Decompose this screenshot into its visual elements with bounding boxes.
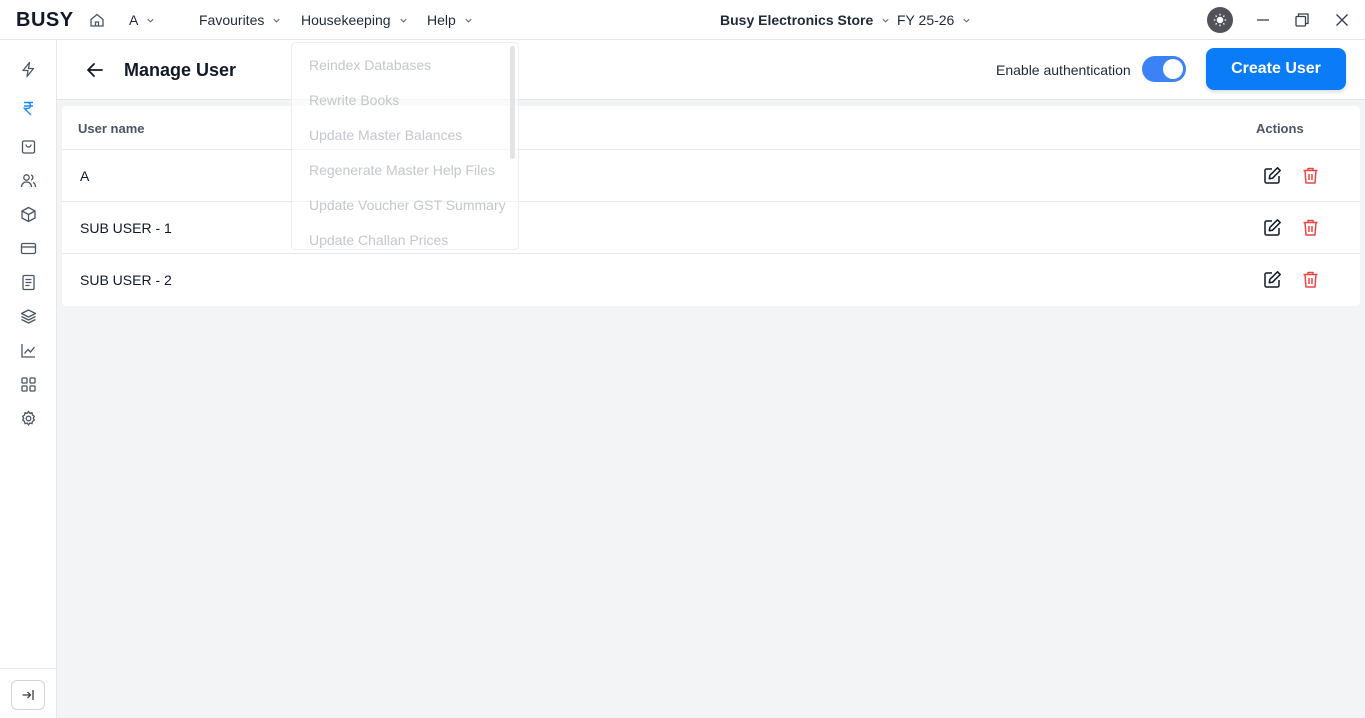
- sidebar-footer: [0, 668, 57, 718]
- menu-help-label: Help: [427, 12, 456, 28]
- grid-icon[interactable]: [20, 376, 37, 393]
- store-selector[interactable]: Busy Electronics Store: [720, 12, 890, 28]
- users-table: User name Actions A SUB USER - 1 SUB USE…: [62, 106, 1360, 306]
- page-header: Manage User Enable authentication Create…: [57, 40, 1365, 100]
- home-icon[interactable]: [89, 12, 105, 28]
- table-row: SUB USER - 2: [62, 253, 1360, 305]
- edit-icon[interactable]: [1263, 270, 1282, 289]
- page-title: Manage User: [124, 60, 237, 80]
- menu-help[interactable]: Help: [427, 12, 473, 28]
- toggle-knob: [1163, 59, 1183, 79]
- chevron-down-icon: [882, 18, 889, 23]
- menu-item-rewrite-books[interactable]: Rewrite Books: [309, 92, 399, 108]
- delete-icon[interactable]: [1302, 270, 1319, 289]
- sidebar: [0, 40, 57, 718]
- user-name-cell: SUB USER - 2: [80, 272, 172, 288]
- auth-toggle-label: Enable authentication: [996, 62, 1131, 78]
- menu-item-update-challan-prices[interactable]: Update Challan Prices: [309, 232, 448, 248]
- menu-housekeeping-label: Housekeeping: [301, 12, 391, 28]
- lightning-icon[interactable]: [20, 61, 37, 78]
- box-icon[interactable]: [20, 206, 37, 223]
- menu-item-reindex-databases[interactable]: Reindex Databases: [309, 57, 431, 73]
- document-icon[interactable]: [20, 274, 37, 291]
- column-header-user-name: User name: [78, 121, 145, 136]
- dropdown-scrollbar[interactable]: [510, 46, 515, 159]
- arrow-right-bar-icon: [22, 690, 34, 700]
- restore-icon[interactable]: [1294, 12, 1310, 28]
- menu-favourites[interactable]: Favourites: [199, 12, 281, 28]
- back-arrow-icon[interactable]: [86, 61, 104, 79]
- chart-icon[interactable]: [20, 342, 37, 359]
- card-icon[interactable]: [20, 240, 37, 257]
- menu-item-update-voucher-gst-summary[interactable]: Update Voucher GST Summary: [309, 197, 506, 213]
- close-icon[interactable]: [1334, 12, 1350, 28]
- chevron-down-icon: [273, 18, 280, 23]
- chevron-down-icon: [399, 18, 407, 23]
- edit-icon[interactable]: [1263, 218, 1282, 237]
- menu-item-update-master-balances[interactable]: Update Master Balances: [309, 127, 462, 143]
- sun-icon: [1213, 13, 1227, 27]
- auth-toggle[interactable]: [1142, 56, 1186, 82]
- company-selector-label: A: [129, 12, 139, 28]
- chevron-down-icon: [147, 18, 154, 23]
- chevron-down-icon: [465, 18, 472, 23]
- busy-logo: BUSY: [16, 9, 74, 31]
- table-row: A: [62, 149, 1360, 201]
- menu-item-regenerate-master-help-files[interactable]: Regenerate Master Help Files: [309, 162, 495, 178]
- company-selector[interactable]: A: [129, 12, 155, 28]
- theme-toggle-button[interactable]: [1207, 7, 1233, 33]
- table-row: SUB USER - 1: [62, 201, 1360, 253]
- menu-housekeeping[interactable]: Housekeeping: [301, 12, 408, 28]
- store-selector-label: Busy Electronics Store: [720, 12, 874, 28]
- layers-icon[interactable]: [20, 308, 37, 325]
- minimize-icon[interactable]: [1255, 12, 1271, 28]
- edit-icon[interactable]: [1263, 166, 1282, 185]
- bag-icon[interactable]: [20, 138, 37, 155]
- fiscal-year-label: FY 25-26: [897, 12, 955, 28]
- delete-icon[interactable]: [1302, 218, 1319, 237]
- settings-icon[interactable]: [20, 410, 37, 427]
- column-header-actions: Actions: [1256, 121, 1304, 136]
- menu-favourites-label: Favourites: [199, 12, 265, 28]
- user-name-cell: SUB USER - 1: [80, 220, 172, 236]
- expand-sidebar-button[interactable]: [11, 680, 45, 710]
- user-name-cell: A: [80, 168, 90, 184]
- housekeeping-dropdown: Reindex Databases Rewrite Books Update M…: [291, 42, 519, 250]
- chevron-down-icon: [963, 18, 970, 23]
- create-user-button[interactable]: Create User: [1206, 48, 1346, 90]
- delete-icon[interactable]: [1302, 166, 1319, 185]
- fiscal-year-selector[interactable]: FY 25-26: [897, 12, 971, 28]
- users-icon[interactable]: [20, 172, 37, 189]
- rupee-icon[interactable]: [20, 100, 37, 117]
- top-bar: BUSY A Favourites Housekeeping Help Busy…: [0, 0, 1365, 40]
